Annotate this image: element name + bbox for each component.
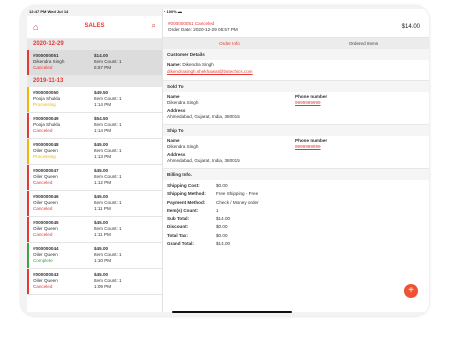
order-time: 1:10 PM	[94, 258, 112, 263]
billing-value: $14.00	[216, 241, 231, 247]
billing-label: Sub Total:	[167, 216, 190, 222]
status-time: 12:47 PM Wed Jul 14	[29, 9, 69, 14]
name-value: Dikendra Singh	[167, 144, 199, 149]
order-row[interactable]: #000000044 Oiler Queen Complete $45.00 Item…	[27, 243, 162, 269]
address-value: Ahmedabad, Gujarat, India, 380015	[167, 114, 240, 119]
status-bar: 12:47 PM Wed Jul 14 ◔ 100% ▬	[21, 6, 429, 305]
phone-link[interactable]: 9999999999	[295, 100, 321, 105]
billing-label: Shipping Method:	[167, 191, 206, 197]
name-label: Name:	[167, 62, 182, 67]
order-time: 1:14 PM	[94, 128, 112, 133]
name-label: Name	[167, 94, 180, 99]
sales-list-panel: ⌂ SALES ⌕ 2020-12-29 #000000051 Dikendra …	[27, 16, 162, 312]
ship-to-block: Name Dikendra Singh Phone number 9999999…	[163, 136, 429, 169]
order-status: Processing	[33, 154, 56, 159]
order-status: Processing	[33, 102, 56, 107]
billing-value: $0.00	[216, 183, 228, 188]
status-color-bar	[27, 113, 29, 138]
status-color-bar	[27, 243, 29, 268]
page-title: SALES	[84, 23, 105, 29]
wifi-icon: ◔	[163, 9, 166, 14]
customer-name-value: Dikendra Singh	[182, 62, 214, 67]
billing-value: $0.00	[216, 232, 228, 238]
phone-label: Phone number	[295, 138, 328, 143]
order-detail-header: #000000051 Canceled Order Date: 2020-12-…	[163, 16, 429, 38]
order-row[interactable]: #000000047 Oiler Queen Canceled $45.00 Item…	[27, 165, 162, 191]
phone-label: Phone number	[295, 94, 328, 99]
add-button[interactable]: +	[404, 284, 418, 298]
order-time: 1:14 PM	[94, 102, 112, 107]
home-indicator	[172, 311, 292, 313]
order-id-status: #000000051 Canceled	[168, 21, 215, 26]
battery-label: 100%	[166, 9, 177, 14]
billing-label: Total Tax:	[167, 232, 189, 238]
order-status: Canceled	[33, 65, 53, 70]
billing-value: $0.00	[216, 224, 228, 230]
status-color-bar	[27, 50, 29, 75]
order-status: Canceled	[33, 128, 53, 133]
status-color-bar	[27, 191, 29, 216]
order-row[interactable]: #000000045 Oiler Queen Canceled $45.00 Item…	[27, 217, 162, 243]
order-status: Canceled	[33, 232, 53, 237]
billing-value: $14.00	[216, 216, 231, 222]
billing-label: Shipping Cost:	[167, 183, 200, 188]
order-time: 5:57 PM	[94, 65, 112, 70]
section-title: Billing Info.	[163, 169, 429, 180]
billing-label: Payment Method:	[167, 199, 206, 205]
order-time: 1:13 PM	[94, 154, 112, 159]
date-group-header: 2020-12-29	[27, 39, 162, 50]
section-title: Sold To	[163, 81, 429, 92]
billing-label: Discount:	[167, 224, 189, 230]
section-title: Ship To	[163, 125, 429, 136]
order-time: 1:11 PM	[94, 232, 111, 237]
order-info-content: Customer Details Name: Dikendra Singh di…	[163, 49, 429, 250]
status-color-bar	[27, 87, 29, 112]
order-row[interactable]: #000000048 Oiler Queen Processing $45.00 It…	[27, 139, 162, 165]
order-total: $14.00	[401, 24, 420, 30]
name-value: Dikendra Singh	[167, 100, 199, 105]
billing-label: Item(s) Count:	[167, 207, 199, 213]
order-status: Canceled	[33, 284, 53, 289]
billing-value: 1	[216, 207, 219, 213]
name-label: Name	[167, 138, 180, 143]
status-color-bar	[27, 165, 29, 190]
customer-email-link[interactable]: dikendrasingh.shekhawat@bstechics.com	[167, 69, 253, 74]
billing-info-block: Shipping Cost: Shipping Method: Payment …	[163, 180, 429, 250]
status-color-bar	[27, 217, 29, 242]
order-row[interactable]: #000000046 Oiler Queen Canceled $45.00 Item…	[27, 191, 162, 217]
order-status: Canceled	[33, 206, 53, 211]
order-time: 1:09 PM	[94, 284, 112, 289]
order-row[interactable]: #000000050 Pooja Shukla Processing $49.50 I…	[27, 87, 162, 113]
sold-to-block: Name Dikendra Singh Phone number 9999999…	[163, 92, 429, 125]
tablet-screen: 12:47 PM Wed Jul 14 ◔ 100% ▬ ⌂ SALES ⌕ 2…	[21, 6, 429, 316]
order-time: 1:12 PM	[94, 180, 112, 185]
address-label: Address	[167, 152, 186, 157]
billing-value: Check / Money order	[216, 199, 259, 205]
order-row[interactable]: #000000051 Dikendra Singh Canceled $14.00 I…	[27, 50, 162, 76]
order-status: Complete	[33, 258, 53, 263]
order-time: 1:11 PM	[94, 206, 111, 211]
search-icon[interactable]: ⌕	[152, 21, 156, 31]
customer-details-block: Name: Dikendra Singh dikendrasingh.shekh…	[163, 60, 429, 81]
order-detail-panel: #000000051 Canceled Order Date: 2020-12-…	[162, 16, 429, 312]
phone-link[interactable]: 9999999999	[295, 144, 321, 149]
tab-ordered-items[interactable]: Ordered Items	[297, 38, 429, 49]
order-row[interactable]: #000000049 Pooja Shukla Canceled $54.50 Ite…	[27, 113, 162, 139]
billing-value: Free Shipping - Free	[216, 191, 259, 197]
order-status: Canceled	[33, 180, 53, 185]
order-date: Order Date: 2020-12-29 05:57 PM	[168, 27, 238, 32]
billing-label: Grand Total:	[167, 241, 194, 247]
status-color-bar	[27, 269, 29, 294]
status-color-bar	[27, 139, 29, 164]
order-row[interactable]: #000000043 Oiler Queen Canceled $45.00 Item…	[27, 269, 162, 295]
battery-icon: ▬	[177, 9, 182, 14]
detail-tabs: Order Info Ordered Items	[163, 38, 429, 50]
address-value: Ahmedabad, Gujarat, India, 380015	[167, 158, 240, 163]
date-group-header: 2019-11-13	[27, 76, 162, 87]
sales-header: ⌂ SALES ⌕	[27, 16, 162, 39]
section-title: Customer Details	[163, 49, 429, 60]
address-label: Address	[167, 108, 186, 113]
